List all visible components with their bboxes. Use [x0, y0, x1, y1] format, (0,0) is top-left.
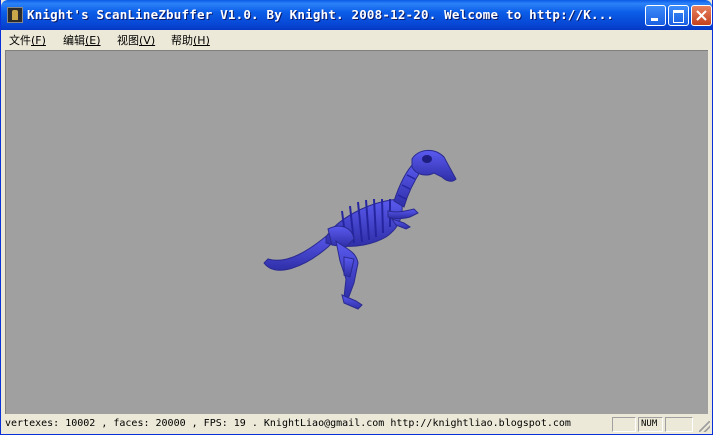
status-bar: vertexes: 10002 , faces: 20000 , FPS: 19…: [1, 415, 712, 434]
menu-help-label: 帮助: [171, 34, 193, 47]
status-pane-3: [665, 417, 693, 432]
menu-bar: 文件(F) 编辑(E) 视图(V) 帮助(H): [1, 30, 712, 49]
menu-help-key: (H): [193, 34, 210, 47]
app-window: Knight's ScanLineZbuffer V1.0. By Knight…: [0, 0, 713, 435]
title-bar[interactable]: Knight's ScanLineZbuffer V1.0. By Knight…: [1, 0, 712, 30]
render-viewport[interactable]: [5, 50, 708, 414]
resize-grip[interactable]: [699, 421, 710, 432]
menu-file-key: (F): [31, 34, 46, 47]
menu-edit-label: 编辑: [63, 34, 85, 47]
app-icon[interactable]: [7, 7, 23, 23]
menu-view-label: 视图: [117, 34, 139, 47]
status-pane-1: [612, 417, 636, 432]
menu-edit[interactable]: 编辑(E): [63, 32, 101, 48]
close-button[interactable]: [691, 5, 712, 26]
menu-file[interactable]: 文件(F): [9, 32, 46, 48]
menu-view-key: (V): [139, 34, 156, 47]
menu-edit-key: (E): [85, 34, 101, 47]
maximize-button[interactable]: [668, 5, 689, 26]
dinosaur-skeleton-model: [263, 150, 457, 310]
close-icon: [696, 10, 707, 21]
menu-view[interactable]: 视图(V): [117, 32, 155, 48]
menu-help[interactable]: 帮助(H): [171, 32, 210, 48]
window-title: Knight's ScanLineZbuffer V1.0. By Knight…: [27, 7, 615, 22]
num-lock-indicator: NUM: [638, 417, 663, 432]
minimize-button[interactable]: [645, 5, 666, 26]
menu-file-label: 文件: [9, 34, 31, 47]
status-text: vertexes: 10002 , faces: 20000 , FPS: 19…: [5, 418, 571, 429]
